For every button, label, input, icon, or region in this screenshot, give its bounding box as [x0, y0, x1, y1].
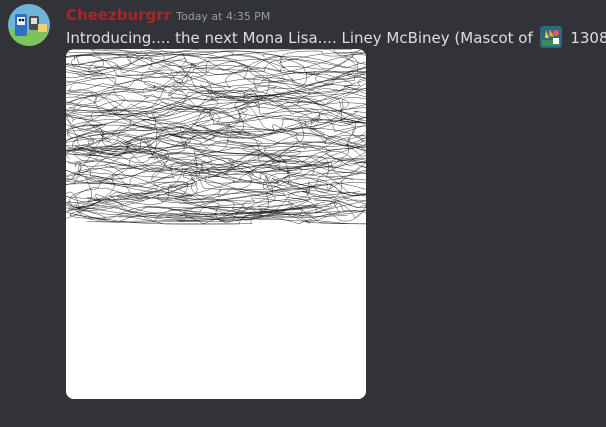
username[interactable]: Cheezburgrr: [66, 6, 171, 24]
scribble-drawing: [66, 49, 366, 399]
message-header: Cheezburgrr Today at 4:35 PM: [66, 5, 270, 25]
chat-message: Cheezburgrr Today at 4:35 PM Introducing.…: [0, 0, 606, 427]
user-avatar[interactable]: [8, 4, 50, 46]
message-content: Introducing.... the next Mona Lisa.... L…: [66, 26, 606, 48]
message-text-end: 1308): [570, 29, 606, 47]
image-attachment[interactable]: [66, 49, 366, 399]
server-emoji-icon[interactable]: [539, 26, 562, 48]
message-timestamp[interactable]: Today at 4:35 PM: [176, 10, 270, 23]
message-text-start: Introducing.... the next Mona Lisa.... L…: [66, 29, 533, 47]
